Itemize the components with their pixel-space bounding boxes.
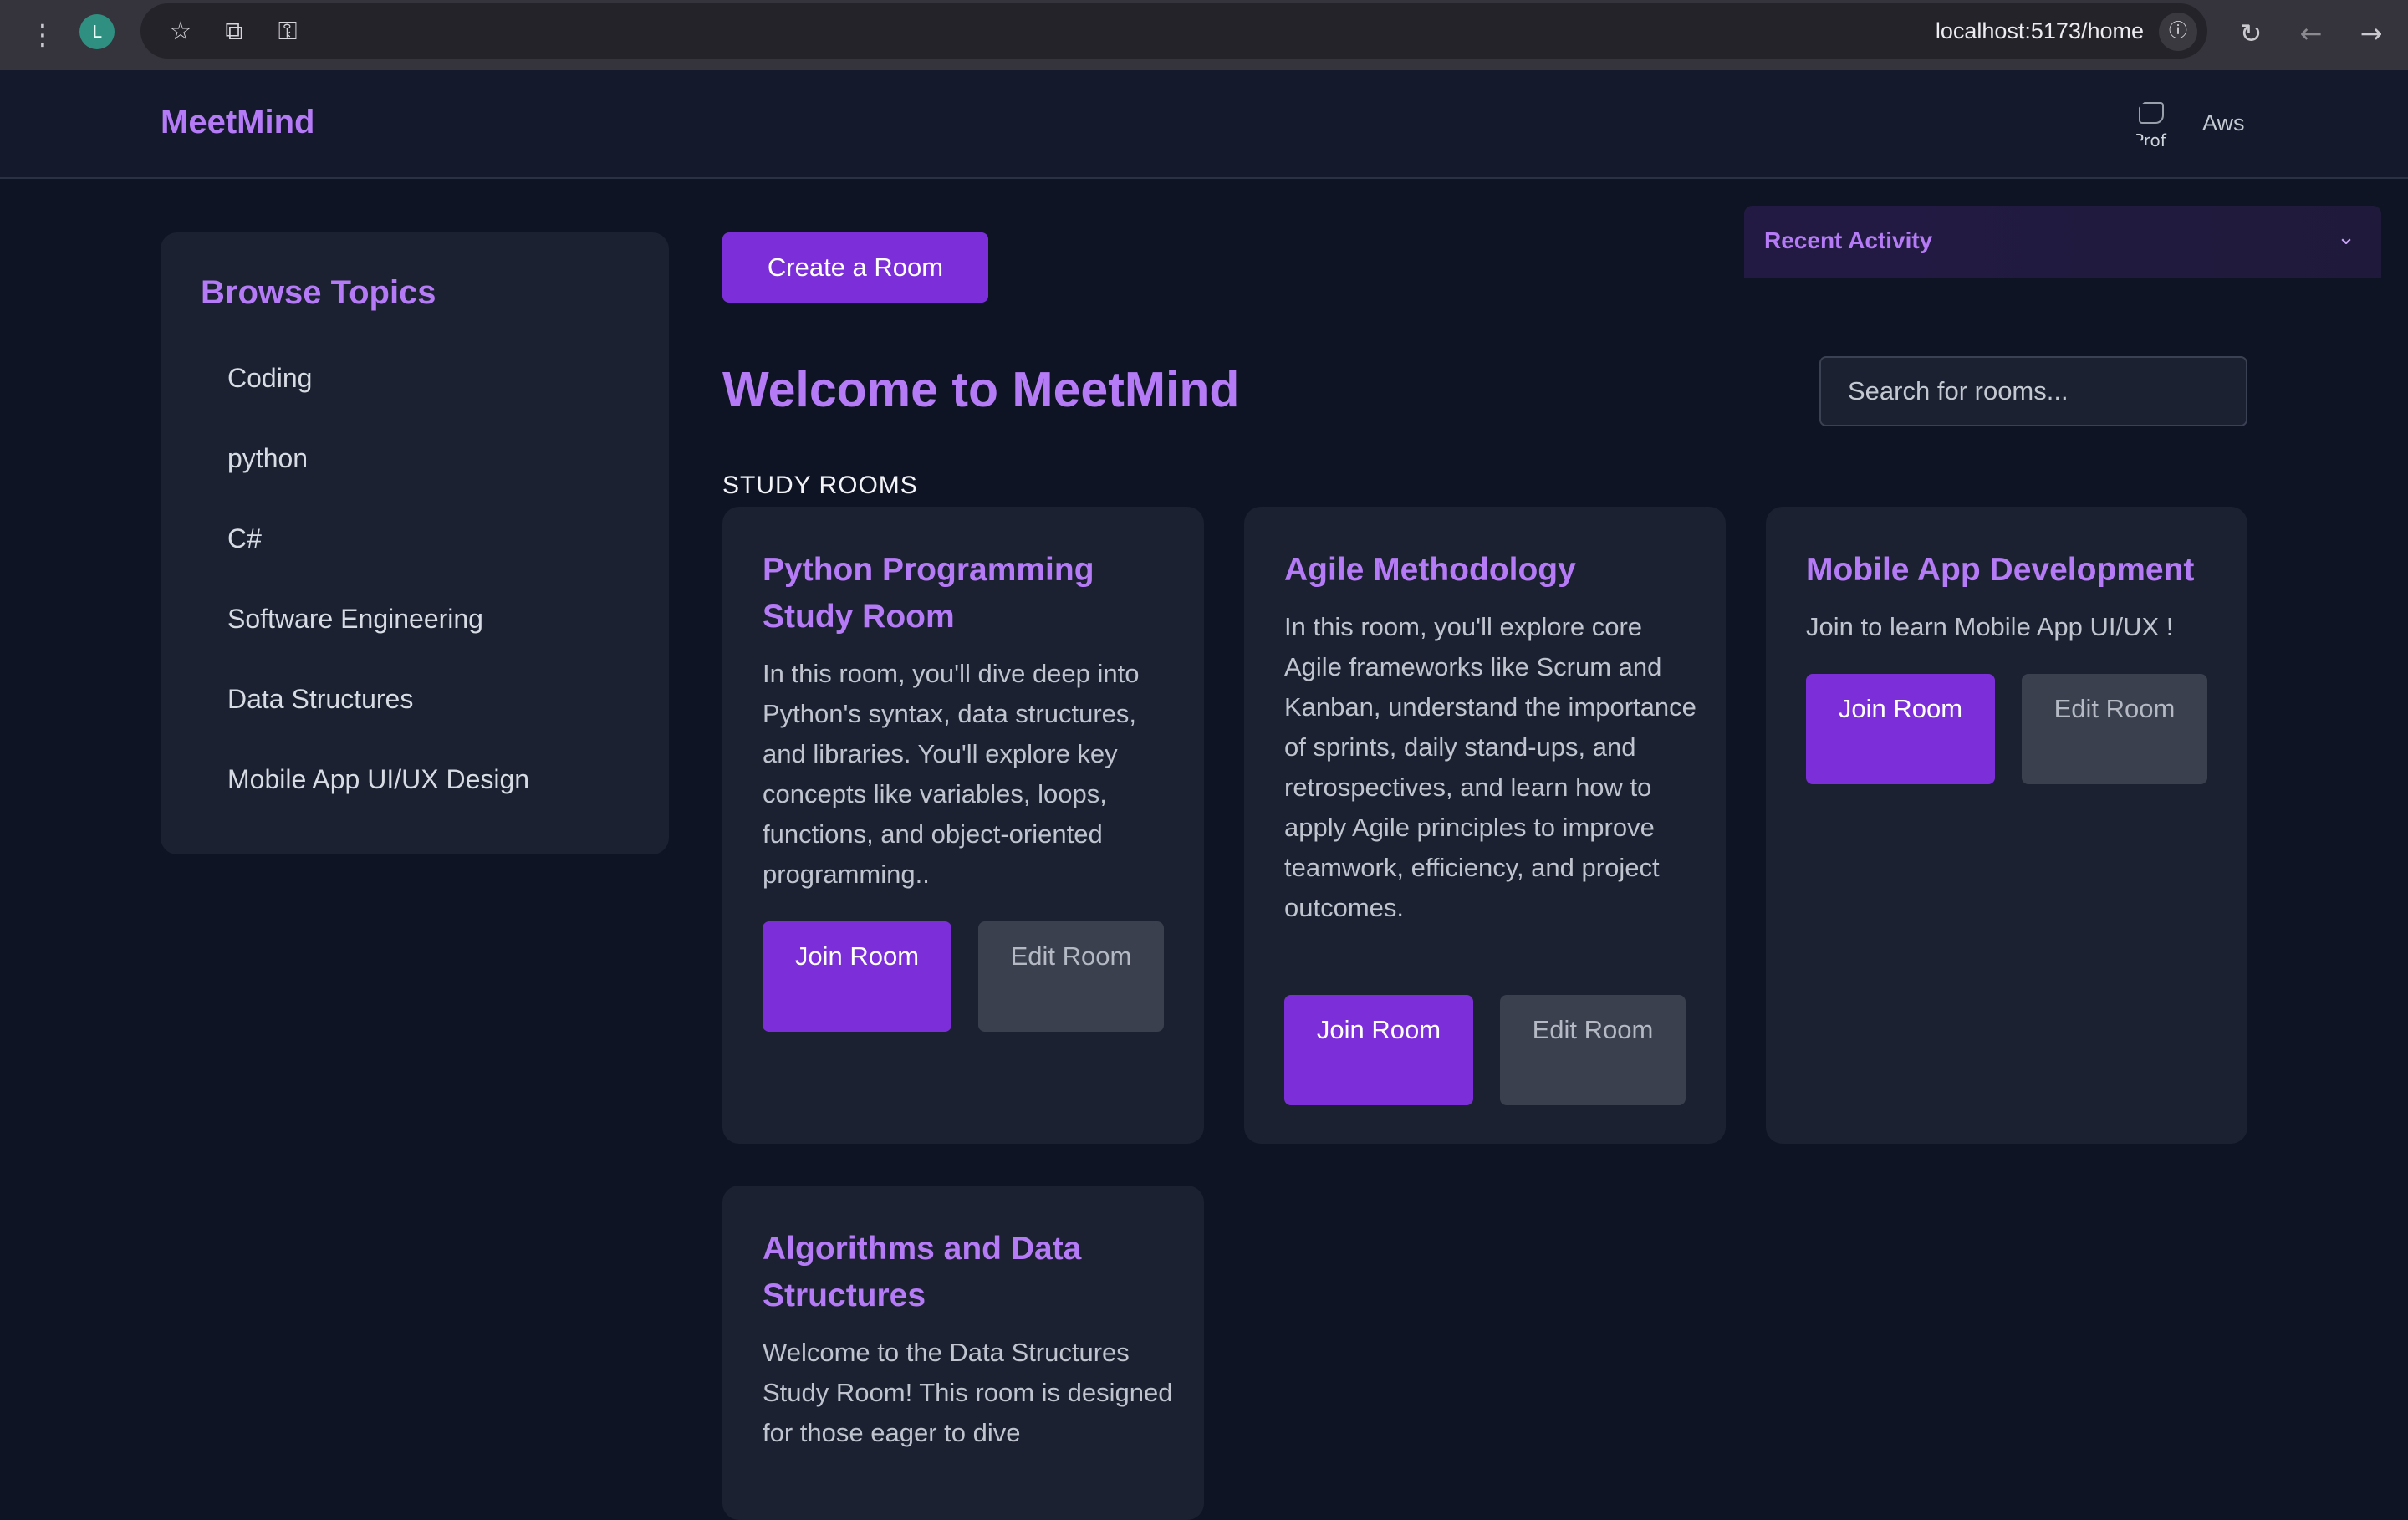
search-input[interactable] [1819, 356, 2247, 426]
topic-item[interactable]: Software Engineering [227, 602, 529, 682]
room-title[interactable]: Algorithms and Data Structures [763, 1226, 1181, 1319]
password-key-icon[interactable]: ⚿ [271, 15, 304, 48]
topic-item[interactable]: C# [227, 522, 529, 602]
page-title: Welcome to MeetMind [722, 362, 1240, 417]
brand-logo[interactable]: MeetMind [161, 104, 314, 141]
create-room-button[interactable]: Create a Room [722, 232, 988, 303]
translate-icon[interactable]: ⧉ [217, 15, 251, 48]
recent-activity-panel[interactable]: Recent Activity ⌄ [1744, 206, 2381, 278]
address-bar[interactable]: ☆ ⧉ ⚿ localhost:5173/home ⓘ [140, 3, 2207, 59]
topic-item[interactable]: Data Structures [227, 682, 529, 763]
join-room-button[interactable]: Join Room [763, 921, 951, 1032]
room-title[interactable]: Mobile App Development [1806, 547, 2224, 594]
browser-toolbar: ⋮ L ☆ ⧉ ⚿ localhost:5173/home ⓘ ↻ ← → [0, 0, 2408, 70]
edit-room-button[interactable]: Edit Room [2022, 674, 2207, 784]
room-description: Welcome to the Data Structures Study Roo… [763, 1338, 1173, 1447]
recent-activity-title: Recent Activity [1764, 227, 1933, 253]
room-card: Agile Methodology In this room, you'll e… [1244, 507, 1726, 1144]
room-card: Mobile App Development Join to learn Mob… [1766, 507, 2247, 1144]
avatar-alt-text: Prof [2134, 130, 2166, 149]
join-room-button[interactable]: Join Room [1806, 674, 1995, 784]
sidebar-title: Browse Topics [201, 274, 436, 311]
menu-kebab-icon[interactable]: ⋮ [28, 18, 57, 52]
edit-room-button[interactable]: Edit Room [978, 921, 1164, 1032]
reload-icon[interactable]: ↻ [2232, 15, 2269, 52]
chevron-down-icon[interactable]: ⌄ [2331, 222, 2361, 252]
room-card: Algorithms and Data Structures Welcome t… [722, 1186, 1204, 1520]
app-header: MeetMind Prof Aws [0, 70, 2408, 179]
bookmark-star-icon[interactable]: ☆ [164, 15, 197, 48]
room-title[interactable]: Python Programming Study Room [763, 547, 1181, 640]
site-info-icon[interactable]: ⓘ [2159, 13, 2197, 51]
forward-arrow-icon[interactable]: → [2353, 15, 2390, 52]
topic-item[interactable]: Coding [227, 361, 529, 441]
edit-room-button[interactable]: Edit Room [1500, 995, 1686, 1105]
room-description: Join to learn Mobile App UI/UX ! [1806, 612, 2174, 641]
section-label: STUDY ROOMS [722, 472, 918, 499]
browser-profile-avatar[interactable]: L [79, 14, 115, 49]
avatar[interactable]: Prof [2134, 97, 2186, 149]
join-room-button[interactable]: Join Room [1284, 995, 1473, 1105]
room-title[interactable]: Agile Methodology [1284, 547, 1702, 594]
topic-item[interactable]: Mobile App UI/UX Design [227, 763, 529, 843]
room-card: Python Programming Study Room In this ro… [722, 507, 1204, 1144]
back-arrow-icon[interactable]: ← [2293, 15, 2329, 52]
topic-list: Coding python C# Software Engineering Da… [227, 361, 529, 843]
room-description: In this room, you'll explore core Agile … [1284, 612, 1696, 922]
url-text[interactable]: localhost:5173/home [1936, 3, 2144, 59]
room-description: In this room, you'll dive deep into Pyth… [763, 659, 1140, 889]
topic-item[interactable]: python [227, 441, 529, 522]
username[interactable]: Aws [2202, 110, 2245, 136]
topics-sidebar: Browse Topics Coding python C# Software … [161, 232, 669, 854]
